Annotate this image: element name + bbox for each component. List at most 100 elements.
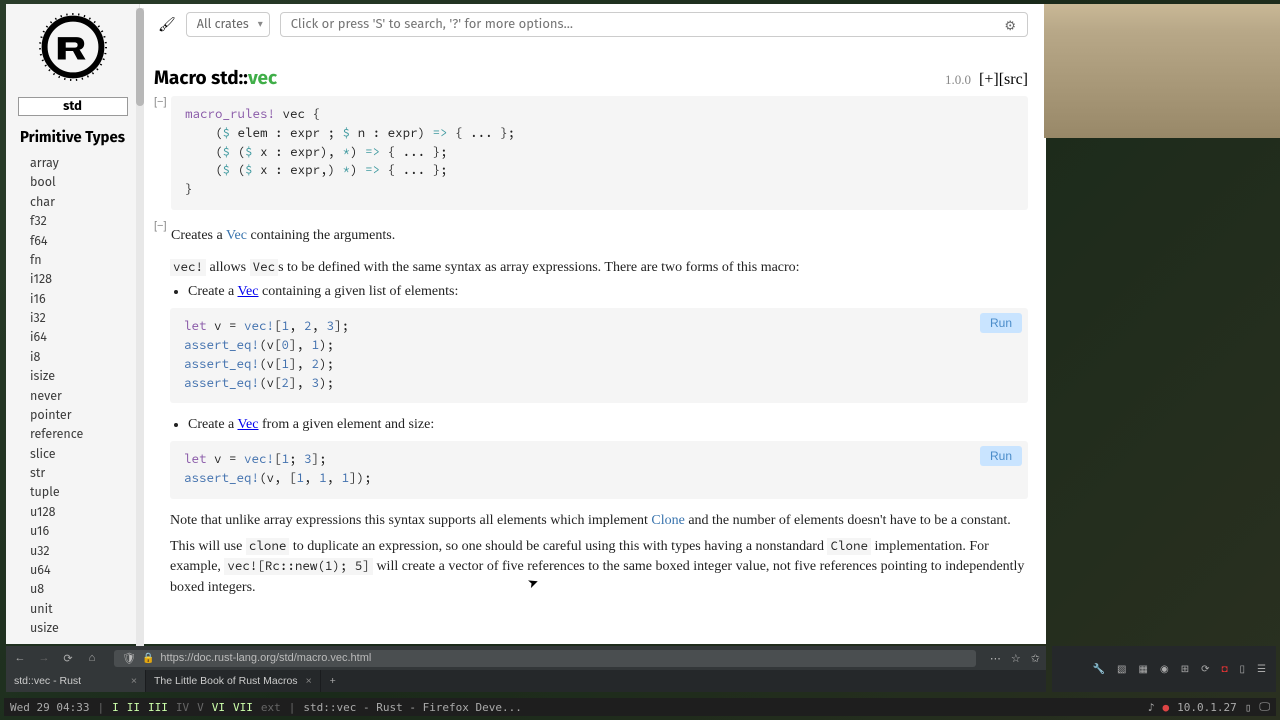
webcam-overlay [1044,4,1280,138]
close-icon[interactable]: × [131,675,137,687]
sidebar-item[interactable]: u32 [30,542,139,561]
sidebar-item[interactable]: i128 [30,270,139,289]
browser-tabs: std::vec - Rust× The Little Book of Rust… [6,670,1046,692]
collapse-toggle[interactable]: [−] [154,96,168,108]
browser-tab[interactable]: std::vec - Rust× [6,670,146,692]
sidebar-list: array bool char f32 f64 fn i128 i16 i32 … [6,154,139,638]
vec-type-link[interactable]: Vec [226,228,247,243]
workspace-2[interactable]: II [127,701,140,714]
workspace-6[interactable]: VI [212,701,225,714]
sidebar-item[interactable]: f32 [30,212,139,231]
since-version: 1.0.0 [945,72,971,87]
sidebar-item[interactable]: pointer [30,406,139,425]
ip-address: 10.0.1.27 [1177,701,1237,714]
crate-name-box[interactable]: std [18,97,128,116]
url-text: https://doc.rust-lang.org/std/macro.vec.… [160,652,371,664]
run-button[interactable]: Run [980,446,1022,466]
clone-trait-link[interactable]: Clone [651,513,684,528]
workspace-1[interactable]: I [112,701,119,714]
bookmark-icon[interactable]: ✩ [1031,652,1040,665]
system-tray: 🔧 ▧ ▦ ◉ ⊞ ⟳ ◘ ▯ ☰ [1052,646,1276,692]
desktop: std Primitive Types array bool char f32 … [0,0,1280,720]
rust-logo[interactable] [38,12,108,87]
reader-icon[interactable]: ☆ [1011,652,1021,665]
tray-icon[interactable]: ♪ [1148,701,1155,714]
sidebar-item[interactable]: f64 [30,232,139,251]
sidebar-item[interactable]: i32 [30,309,139,328]
settings-icon[interactable]: ⚙ [1004,19,1016,34]
sidebar-item[interactable]: i16 [30,290,139,309]
sidebar-item[interactable]: u128 [30,503,139,522]
collapse-toggle[interactable]: [−] [154,220,168,252]
list-item: Create a Vec containing a given list of … [188,284,1028,300]
example-code-2: Runlet v = vec![1; 3]; assert_eq!(v, [1,… [170,441,1028,499]
sidebar-item[interactable]: u16 [30,522,139,541]
vec-type-link[interactable]: Vec [238,284,259,299]
sidebar-item[interactable]: unit [30,600,139,619]
sidebar-item[interactable]: bool [30,173,139,192]
tray-icon[interactable]: ▯ [1240,664,1246,675]
tray-icon[interactable]: ⊞ [1181,664,1189,675]
workspace-3[interactable]: III [148,701,168,714]
sidebar-heading: Primitive Types [20,128,125,146]
tray-icon[interactable]: ⟳ [1201,664,1209,675]
search-input[interactable] [280,12,1028,37]
more-icon[interactable]: ⋯ [990,652,1001,665]
tray-icon[interactable]: ● [1163,701,1170,714]
sidebar-item[interactable]: char [30,193,139,212]
sidebar-item[interactable]: str [30,464,139,483]
sidebar-item[interactable]: i64 [30,328,139,347]
inline-code: vec! [170,259,206,276]
inline-code: Clone [827,538,871,555]
browser-tab[interactable]: The Little Book of Rust Macros× [146,670,321,692]
lock-icon: 🔒 [142,653,154,664]
sidebar-item[interactable]: array [30,154,139,173]
sidebar-item[interactable]: i8 [30,348,139,367]
tray-icon[interactable]: ▯ [1245,701,1252,714]
taskbar: Wed 29 04:33 | I II III IV V VI VII ext … [4,698,1276,716]
sidebar-item[interactable]: usize [30,619,139,638]
tray-icon[interactable]: ◘ [1221,664,1227,675]
tray-icon[interactable]: ▧ [1117,664,1126,675]
tray-icon[interactable]: 🖵 [1259,700,1270,714]
sidebar-item[interactable]: fn [30,251,139,270]
clock: Wed 29 04:33 [10,701,89,714]
macro-definition-code: macro_rules! vec { ($ elem : expr ; $ n … [171,96,1028,210]
crate-select[interactable]: All crates [186,12,270,37]
browser-url-bar: ← → ⟳ ⌂ 🛡 🔒 https://doc.rust-lang.org/st… [6,646,1046,670]
run-button[interactable]: Run [980,313,1022,333]
workspace-4[interactable]: IV [176,701,189,714]
tray-icon[interactable]: 🔧 [1093,664,1105,675]
page-title: Macro std::vec [154,67,277,90]
home-icon[interactable]: ⌂ [84,652,100,664]
sidebar-item[interactable]: tuple [30,483,139,502]
list-item: Create a Vec from a given element and si… [188,417,1028,433]
sidebar-item[interactable]: reference [30,425,139,444]
tray-icon[interactable]: ◉ [1160,664,1169,675]
url-box[interactable]: 🛡 🔒 https://doc.rust-lang.org/std/macro.… [114,650,976,667]
title-right: 1.0.0 [+][src] [945,71,1028,89]
workspace-5[interactable]: V [197,701,204,714]
expand-all[interactable]: [+] [979,71,999,88]
workspace-7[interactable]: VII [233,701,253,714]
source-link[interactable]: [src] [999,71,1028,88]
back-icon[interactable]: ← [12,652,28,664]
shield-icon: 🛡 [122,652,136,665]
menu-icon[interactable]: ☰ [1257,664,1266,675]
sidebar-item[interactable]: slice [30,445,139,464]
close-icon[interactable]: × [306,675,312,687]
rustdoc-window: std Primitive Types array bool char f32 … [6,4,1046,644]
reload-icon[interactable]: ⟳ [60,652,76,665]
sidebar-item[interactable]: never [30,387,139,406]
inline-code: clone [246,538,290,555]
sidebar-item[interactable]: u8 [30,580,139,599]
new-tab-button[interactable]: + [321,670,345,692]
tray-icon[interactable]: ▦ [1139,664,1148,675]
inline-code: vec![Rc::new(1); 5] [224,558,373,575]
sidebar-item[interactable]: isize [30,367,139,386]
vec-type-link[interactable]: Vec [238,417,259,432]
forward-icon[interactable]: → [36,652,52,664]
theme-icon[interactable]: 🖌 [158,16,176,33]
sidebar-item[interactable]: u64 [30,561,139,580]
workspace-ext[interactable]: ext [261,701,281,714]
